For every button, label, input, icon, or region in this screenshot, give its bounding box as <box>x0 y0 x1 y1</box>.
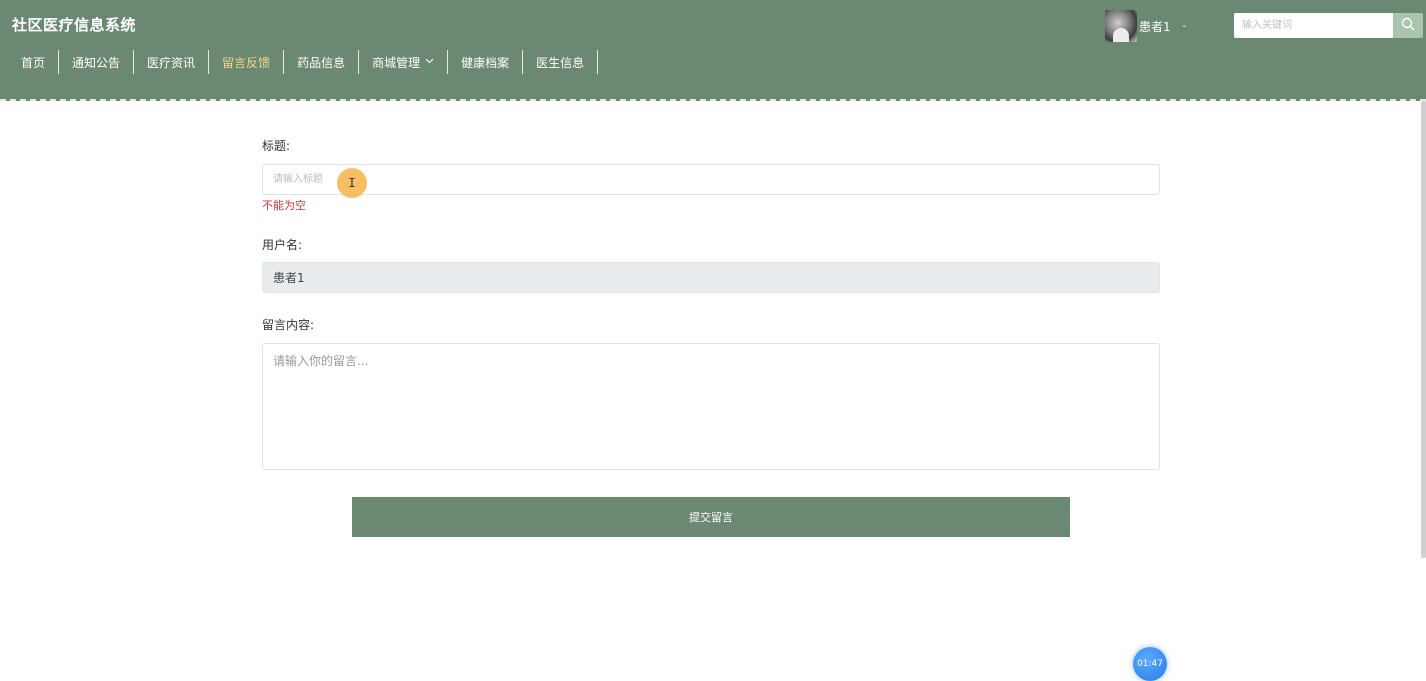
nav-item-medical-news[interactable]: 医疗资讯 <box>134 50 210 74</box>
nav-item-label: 医疗资讯 <box>147 55 196 70</box>
nav-item-label: 商城管理 <box>372 55 421 70</box>
user-menu[interactable]: 患者1 - <box>1105 10 1186 42</box>
user-name[interactable]: 患者1 <box>1139 18 1171 35</box>
mouse-cursor-highlight: I <box>337 168 367 198</box>
content-label: 留言内容: <box>262 318 315 332</box>
submit-button[interactable]: 提交留言 <box>352 497 1070 537</box>
avatar[interactable] <box>1105 10 1137 42</box>
search-icon <box>1401 16 1415 35</box>
nav-item-drugs[interactable]: 药品信息 <box>284 50 360 74</box>
nav-item-health-records[interactable]: 健康档案 <box>448 50 524 74</box>
search-input[interactable] <box>1234 13 1393 38</box>
nav-item-doctors[interactable]: 医生信息 <box>523 50 599 74</box>
main-nav: 首页 通知公告 医疗资讯 留言反馈 药品信息 商城管理 健康档案 医生信息 <box>8 50 599 74</box>
feedback-form: 标题: 不能为空 用户名: 留言内容: <box>262 136 1160 474</box>
text-cursor-icon: I <box>348 176 356 190</box>
top-header: 社区医疗信息系统 首页 通知公告 医疗资讯 留言反馈 药品信息 商城管理 健康档… <box>0 0 1426 101</box>
title-error-message: 不能为空 <box>262 199 306 212</box>
nav-item-label: 首页 <box>21 55 46 70</box>
recording-timer: 01:47 <box>1133 647 1167 681</box>
nav-item-mall[interactable]: 商城管理 <box>359 50 449 74</box>
nav-item-label: 留言反馈 <box>222 55 271 70</box>
nav-item-notices[interactable]: 通知公告 <box>59 50 135 74</box>
site-title: 社区医疗信息系统 <box>12 16 137 34</box>
nav-item-label: 通知公告 <box>72 55 121 70</box>
content-textarea[interactable] <box>262 343 1160 470</box>
nav-item-label: 医生信息 <box>536 55 585 70</box>
search-box <box>1234 13 1423 38</box>
username-label: 用户名: <box>262 238 303 252</box>
nav-item-home[interactable]: 首页 <box>8 50 60 74</box>
chevron-down-icon <box>425 57 434 67</box>
user-dropdown-caret[interactable]: - <box>1183 21 1187 32</box>
header-divider <box>0 99 1426 101</box>
title-label: 标题: <box>262 139 291 153</box>
title-input[interactable] <box>262 164 1160 195</box>
nav-item-label: 药品信息 <box>297 55 346 70</box>
username-field <box>262 262 1160 293</box>
nav-item-feedback[interactable]: 留言反馈 <box>209 50 285 74</box>
search-button[interactable] <box>1393 13 1423 38</box>
nav-item-label: 健康档案 <box>461 55 510 70</box>
scrollbar[interactable] <box>1421 101 1426 558</box>
